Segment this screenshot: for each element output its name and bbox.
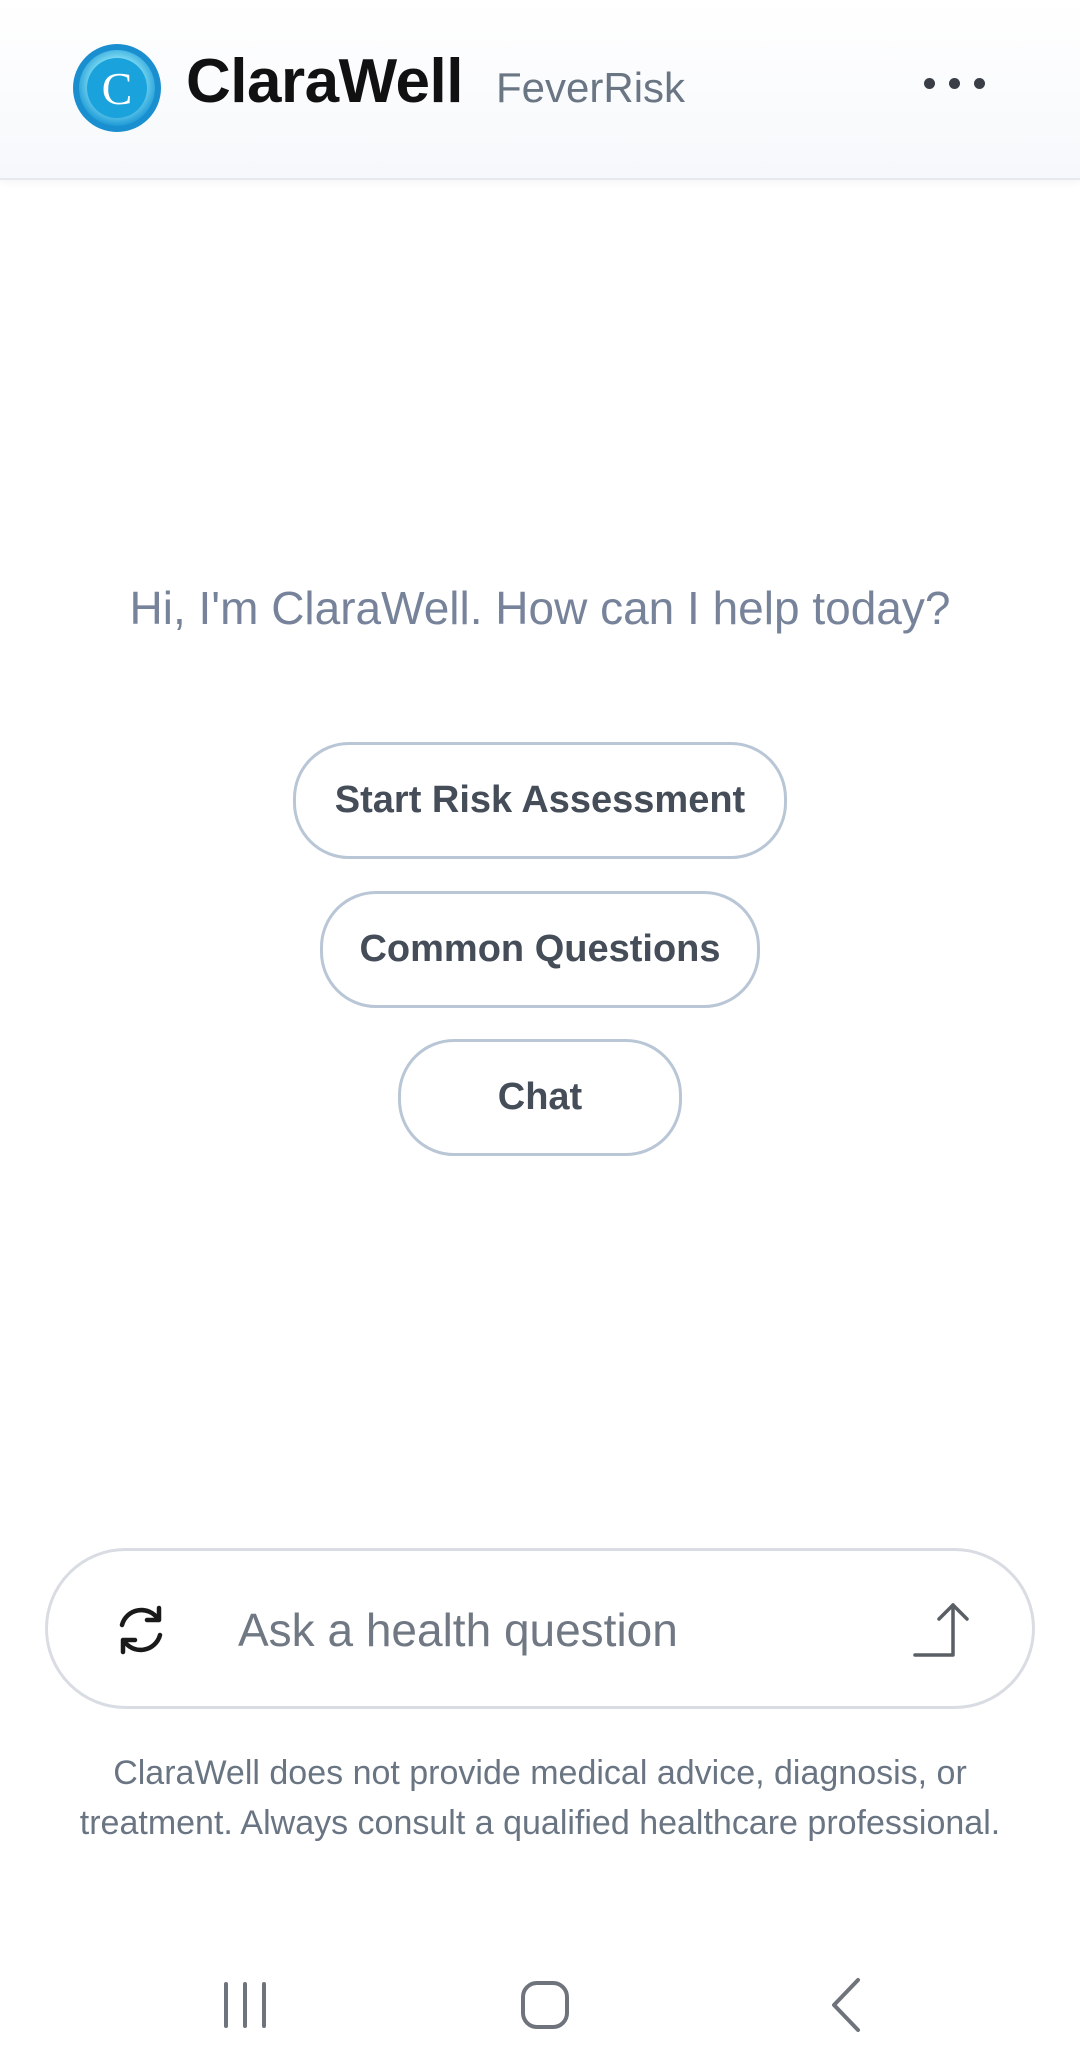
composer-bar (45, 1548, 1035, 1709)
greeting-text: Hi, I'm ClaraWell. How can I help today? (129, 582, 951, 634)
more-horizontal-icon-dot (948, 77, 960, 89)
clarawell-logo: C (73, 44, 161, 132)
common-questions-button[interactable]: Common Questions (320, 891, 760, 1008)
home-icon[interactable] (510, 1970, 580, 2040)
brand-name: ClaraWell (186, 47, 463, 116)
send-arrow-icon[interactable] (913, 1597, 979, 1661)
refresh-icon[interactable] (112, 1601, 170, 1659)
back-icon[interactable] (812, 1970, 882, 2040)
app-header: C ClaraWell FeverRisk (0, 0, 1080, 180)
more-horizontal-icon-dot (973, 77, 985, 89)
recent-apps-icon[interactable] (210, 1970, 280, 2040)
start-risk-assessment-button[interactable]: Start Risk Assessment (293, 742, 787, 859)
more-menu-button[interactable] (904, 60, 1004, 106)
ask-question-input[interactable] (238, 1591, 878, 1669)
system-navigation-bar (0, 1940, 1080, 2050)
chat-button[interactable]: Chat (398, 1039, 682, 1156)
logo-letter: C (102, 63, 133, 114)
product-name: FeverRisk (496, 64, 686, 111)
more-horizontal-icon-dot (923, 77, 935, 89)
medical-disclaimer: ClaraWell does not provide medical advic… (79, 1754, 1001, 1842)
